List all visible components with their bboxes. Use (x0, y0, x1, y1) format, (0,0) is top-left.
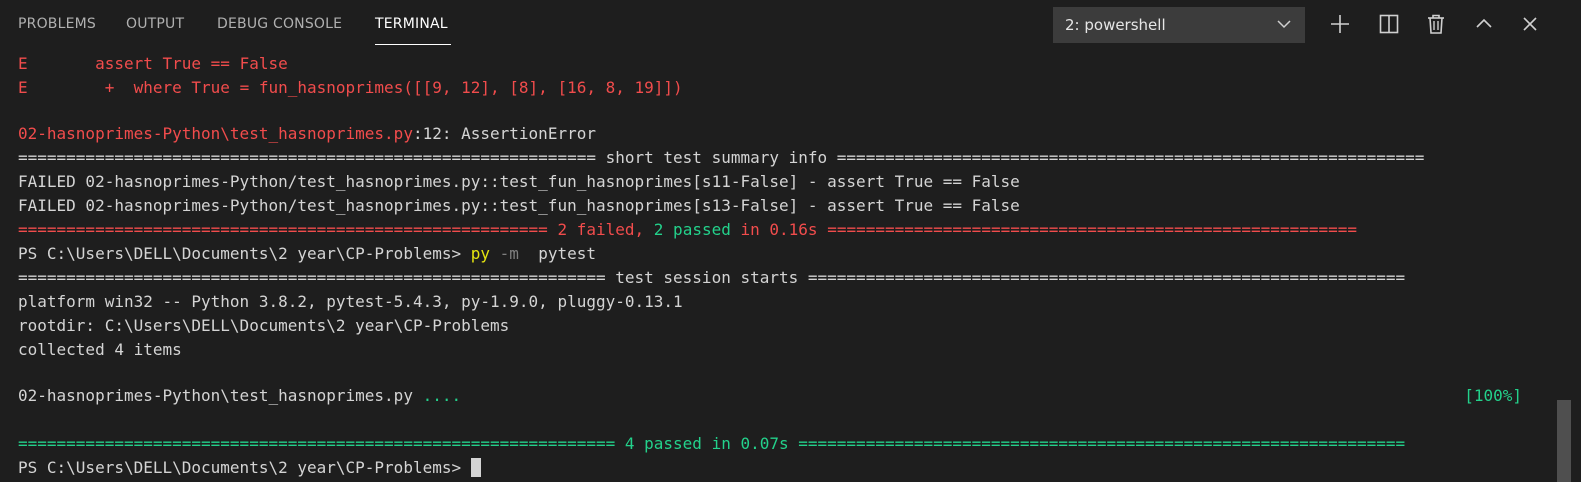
passed-count: 2 passed (644, 220, 731, 239)
text-cursor (471, 458, 482, 477)
chevron-down-icon (1277, 20, 1291, 29)
terminal-line-3: 02-hasnoprimes-Python\test_hasnoprimes.p… (18, 122, 596, 146)
tab-terminal[interactable]: TERMINAL (375, 16, 448, 32)
trash-icon[interactable] (1424, 12, 1448, 36)
terminal-line-1: E assert True == False (18, 52, 288, 76)
command-arg: pytest (518, 244, 596, 263)
failed-count: 2 failed (547, 220, 635, 239)
scrollbar-thumb[interactable] (1557, 400, 1571, 482)
active-tab-indicator (375, 44, 451, 45)
error-prefix: E (18, 78, 28, 97)
session-separator: ========================================… (18, 268, 1406, 287)
command-flag: -m (490, 244, 519, 263)
comma: , (634, 220, 645, 239)
test-file: 02-hasnoprimes-Python\test_hasnoprimes.p… (18, 386, 413, 405)
tab-debug-console[interactable]: DEBUG CONSOLE (217, 16, 342, 32)
split-icon[interactable] (1377, 12, 1401, 36)
rootdir-info: rootdir: C:\Users\DELL\Documents\2 year\… (18, 316, 510, 335)
tab-output[interactable]: OUTPUT (126, 16, 184, 32)
summary-separator: ========================================… (18, 148, 1425, 167)
progress-percent: [100%] (1464, 386, 1522, 405)
terminal-panel: PROBLEMS OUTPUT DEBUG CONSOLE TERMINAL 2… (0, 0, 1581, 482)
separator-left: ========================================… (18, 220, 548, 239)
panel-tab-bar: PROBLEMS OUTPUT DEBUG CONSOLE TERMINAL 2… (0, 0, 1581, 50)
error-text: + where True = fun_hasnoprimes([[9, 12],… (27, 78, 683, 97)
failed-test-line: FAILED 02-hasnoprimes-Python/test_hasnop… (18, 172, 1020, 191)
terminal-output[interactable]: E assert True == False E + where True = … (18, 52, 1538, 482)
separator-right: ========================================… (827, 220, 1357, 239)
prompt: PS C:\Users\DELL\Documents\2 year\CP-Pro… (18, 458, 462, 477)
error-text: assert True == False (27, 54, 288, 73)
terminal-select[interactable]: 2: powershell (1053, 7, 1305, 43)
error-location: :12: AssertionError (412, 124, 596, 143)
error-file-path: 02-hasnoprimes-Python\test_hasnoprimes.p… (18, 124, 413, 143)
test-progress-line: 02-hasnoprimes-Python\test_hasnoprimes.p… (18, 384, 1522, 408)
result-summary-line: ========================================… (18, 218, 1357, 242)
error-prefix: E (18, 54, 28, 73)
failed-test-line: FAILED 02-hasnoprimes-Python/test_hasnop… (18, 196, 1020, 215)
tab-problems[interactable]: PROBLEMS (18, 16, 96, 32)
terminal-line-2: E + where True = fun_hasnoprimes([[9, 12… (18, 76, 683, 100)
command-line: PS C:\Users\DELL\Documents\2 year\CP-Pro… (18, 242, 596, 266)
prompt: PS C:\Users\DELL\Documents\2 year\CP-Pro… (18, 244, 471, 263)
collected-info: collected 4 items (18, 340, 182, 359)
close-icon[interactable] (1518, 12, 1542, 36)
platform-info: platform win32 -- Python 3.8.2, pytest-5… (18, 292, 683, 311)
terminal-select-value: 2: powershell (1065, 16, 1166, 34)
passed-summary-line: ========================================… (18, 434, 1406, 453)
plus-icon[interactable] (1328, 12, 1352, 36)
test-dots: .... (412, 386, 462, 405)
prompt-line: PS C:\Users\DELL\Documents\2 year\CP-Pro… (18, 456, 482, 480)
command: py (470, 244, 491, 263)
duration: in 0.16s (730, 220, 828, 239)
chevron-up-icon[interactable] (1472, 12, 1496, 36)
